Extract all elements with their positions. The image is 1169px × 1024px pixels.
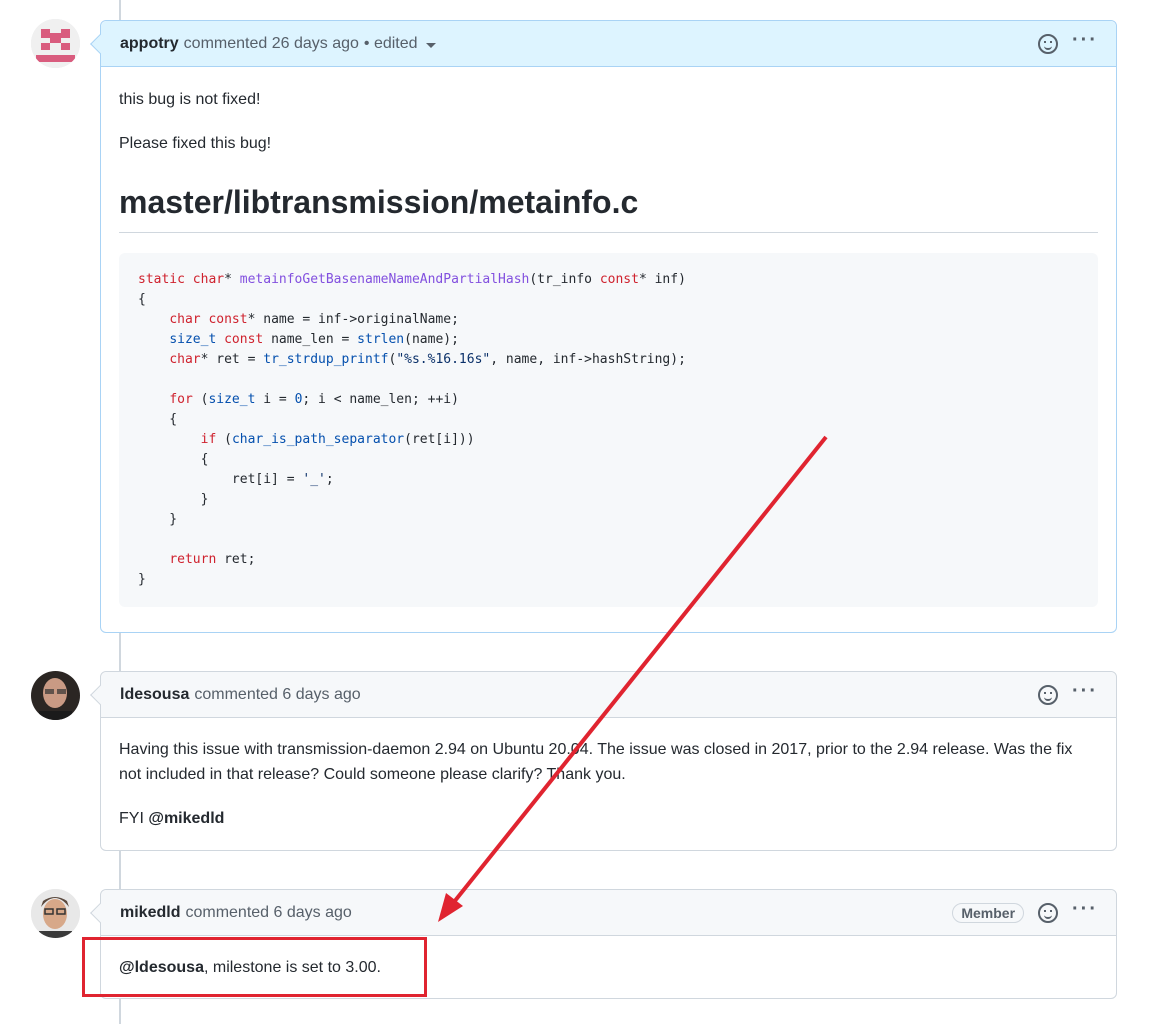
avatar[interactable] (31, 889, 80, 938)
comment-meta[interactable]: commented 6 days ago (194, 686, 360, 704)
edited-label[interactable]: • edited (364, 35, 418, 53)
kebab-menu-icon[interactable]: ··· (1072, 681, 1098, 704)
comment-appotry: appotry commented 26 days ago • edited ·… (90, 20, 1117, 633)
avatar[interactable] (31, 19, 80, 68)
comment-header: ldesousa commented 6 days ago ··· (101, 672, 1116, 718)
kebab-menu-icon[interactable]: ··· (1072, 899, 1098, 922)
avatar[interactable] (31, 671, 80, 720)
member-badge: Member (952, 902, 1025, 923)
comment-author[interactable]: ldesousa (120, 686, 189, 704)
kebab-menu-icon[interactable]: ··· (1072, 30, 1098, 53)
comment-ldesousa: ldesousa commented 6 days ago ··· Having… (90, 671, 1117, 851)
annotation-highlight-box (82, 937, 427, 997)
comment-paragraph: this bug is not fixed! (119, 91, 261, 108)
caret-down-icon[interactable] (425, 42, 436, 48)
file-heading: master/libtransmission/metainfo.c (119, 182, 1098, 233)
comment-meta[interactable]: commented 6 days ago (185, 904, 351, 922)
comment-paragraph: Please fixed this bug! (119, 135, 272, 152)
code-block: static char* metainfoGetBasenameNameAndP… (119, 253, 1098, 607)
comment-header: appotry commented 26 days ago • edited ·… (101, 21, 1116, 67)
smiley-icon[interactable] (1038, 33, 1059, 54)
user-mention[interactable]: @mikedld (148, 810, 224, 827)
comment-author[interactable]: appotry (120, 35, 179, 53)
comment-paragraph: FYI @mikedld (119, 806, 1098, 831)
smiley-icon[interactable] (1038, 902, 1059, 923)
fyi-label: FYI (119, 810, 144, 827)
comment-meta[interactable]: commented 26 days ago (184, 35, 359, 53)
smiley-icon[interactable] (1038, 684, 1059, 705)
comment-paragraph: Having this issue with transmission-daem… (119, 741, 1073, 783)
comment-author[interactable]: mikedld (120, 904, 180, 922)
comment-header: mikedld commented 6 days ago Member ··· (101, 890, 1116, 936)
